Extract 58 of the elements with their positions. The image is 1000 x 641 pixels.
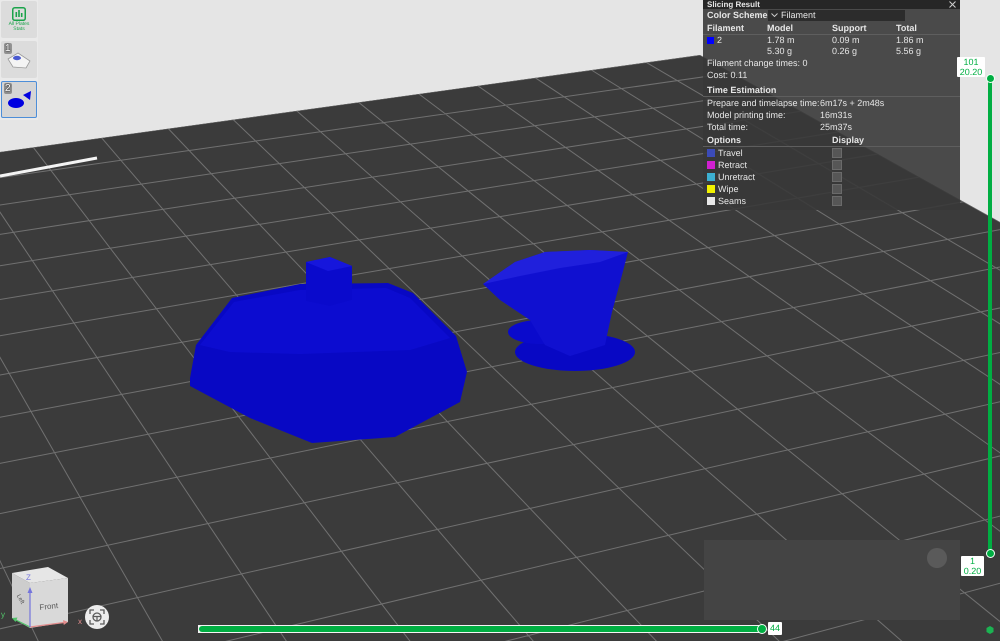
plate-button[interactable]: 1	[1, 41, 37, 78]
layer-number: 101	[963, 57, 979, 67]
focus-frame-icon	[89, 609, 105, 625]
display-checkbox[interactable]	[832, 160, 842, 170]
time-value: 6m17s + 2m48s	[820, 97, 886, 109]
view-cube[interactable]	[12, 567, 68, 628]
column-header: Model	[767, 22, 794, 34]
time-value: 16m31s	[820, 109, 854, 121]
slider-thumb[interactable]	[757, 624, 767, 634]
slider-thumb[interactable]	[986, 548, 994, 558]
option-label: Seams	[718, 195, 746, 207]
model-icon	[6, 50, 32, 70]
option-label: Unretract	[718, 171, 756, 183]
table-cell: 2	[717, 35, 722, 46]
column-header: Total	[896, 22, 918, 34]
caret-icon	[771, 13, 778, 17]
hexagon-icon[interactable]	[986, 626, 994, 634]
column-header: Filament	[707, 22, 746, 34]
plate-button[interactable]: 2	[1, 81, 37, 118]
layer-slider-track[interactable]	[985, 73, 995, 558]
time-label: Model printing time:	[707, 109, 787, 121]
display-checkbox[interactable]	[832, 184, 842, 194]
display-checkbox[interactable]	[832, 148, 842, 158]
time-label: Total time:	[707, 121, 750, 133]
move-label: 44	[768, 622, 782, 635]
table-cell-text: 1.86 m	[896, 35, 925, 46]
column-header: Support	[832, 22, 868, 34]
section-title: Time Estimation	[707, 85, 776, 95]
layer-number: 1	[970, 556, 975, 566]
close-icon[interactable]	[949, 1, 956, 8]
display-checkbox[interactable]	[832, 172, 842, 182]
layer-height: 0.20	[964, 566, 982, 576]
table-cell-text: 5.56 g	[896, 46, 922, 57]
option-label: Retract	[718, 159, 748, 171]
time-value: 25m37s	[820, 121, 854, 133]
cube-face-label: Front	[38, 601, 58, 612]
table-cell-text: 5.30 g	[767, 46, 794, 57]
option-label: Travel	[718, 147, 743, 159]
column-header: Options	[707, 134, 742, 146]
model-icon	[6, 90, 32, 110]
panel-title: Slicing Result	[707, 0, 760, 9]
display-checkbox[interactable]	[832, 196, 842, 206]
option-label: Wipe	[718, 183, 739, 195]
time-label: Prepare and timelapse time:	[707, 97, 820, 109]
table-cell-text: 0.09 m	[832, 35, 861, 46]
summary-text: Cost: 0.11	[707, 70, 748, 80]
color-scheme-dropdown[interactable]: Filament	[768, 10, 905, 20]
table-cell-text: 1.78 m	[767, 35, 796, 46]
slider-thumb[interactable]	[986, 74, 994, 82]
bar-chart-icon	[12, 7, 26, 21]
color-scheme-label: Color Scheme	[707, 9, 768, 21]
summary-text: Filament change times: 0	[707, 58, 808, 68]
axis-label: y	[1, 610, 5, 619]
axis-label: x	[78, 617, 82, 626]
table-cell-text: 0.26 g	[832, 46, 858, 57]
column-header: Display	[832, 134, 866, 146]
axis-label: Z	[26, 573, 31, 582]
layer-height: 20.20	[960, 67, 982, 77]
